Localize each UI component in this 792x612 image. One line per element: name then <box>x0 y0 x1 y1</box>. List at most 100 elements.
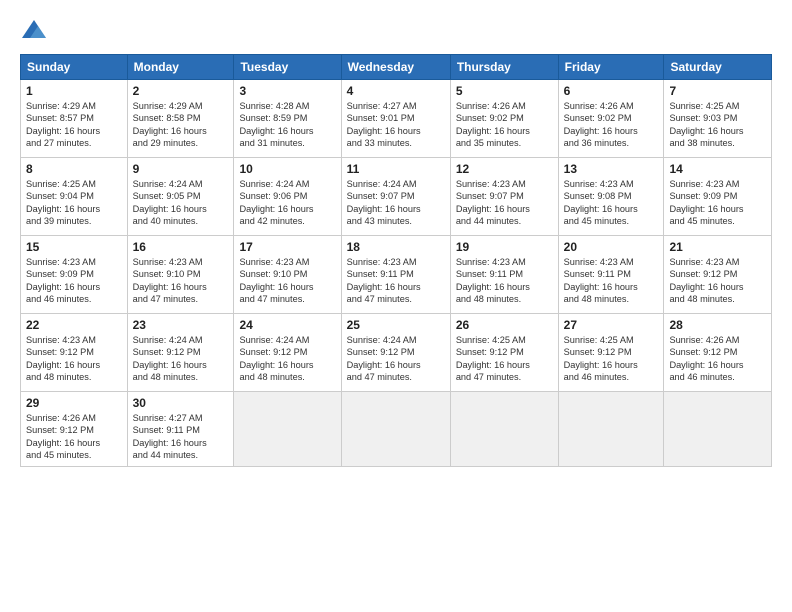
calendar-day-cell: 16 Sunrise: 4:23 AM Sunset: 9:10 PM Dayli… <box>127 236 234 314</box>
calendar-week-row: 8Sunrise: 4:25 AM Sunset: 9:04 PM Daylig… <box>21 158 772 236</box>
day-info: Sunrise: 4:26 AM Sunset: 9:02 PM Dayligh… <box>564 100 659 150</box>
day-number: 1 <box>26 84 122 98</box>
day-info: Sunrise: 4:23 AM Sunset: 9:08 PM Dayligh… <box>564 178 659 228</box>
calendar-day-cell: 9 Sunrise: 4:24 AM Sunset: 9:05 PM Daylig… <box>127 158 234 236</box>
day-number: 11 <box>347 162 445 176</box>
header <box>20 18 772 46</box>
calendar-day-cell: 12Sunrise: 4:23 AM Sunset: 9:07 PM Dayli… <box>450 158 558 236</box>
calendar-day-cell: 7Sunrise: 4:25 AM Sunset: 9:03 PM Daylig… <box>664 80 772 158</box>
calendar-day-cell: 24 Sunrise: 4:24 AM Sunset: 9:12 PM Dayli… <box>234 314 341 392</box>
weekday-header-cell: Wednesday <box>341 55 450 80</box>
day-number: 4 <box>347 84 445 98</box>
logo-icon <box>20 18 48 46</box>
day-number: 10 <box>239 162 335 176</box>
day-info: Sunrise: 4:23 AM Sunset: 9:10 PM Dayligh… <box>133 256 229 306</box>
day-number: 14 <box>669 162 766 176</box>
day-info: Sunrise: 4:23 AM Sunset: 9:10 PM Dayligh… <box>239 256 335 306</box>
calendar-day-cell: 29 Sunrise: 4:26 AM Sunset: 9:12 PM Dayli… <box>21 392 128 467</box>
calendar-day-cell: 25 Sunrise: 4:24 AM Sunset: 9:12 PM Dayli… <box>341 314 450 392</box>
calendar-body: 1 Sunrise: 4:29 AM Sunset: 8:57 PM Daylig… <box>21 80 772 467</box>
day-number: 25 <box>347 318 445 332</box>
day-number: 5 <box>456 84 553 98</box>
day-number: 12 <box>456 162 553 176</box>
calendar-day-cell: 2 Sunrise: 4:29 AM Sunset: 8:58 PM Daylig… <box>127 80 234 158</box>
day-number: 3 <box>239 84 335 98</box>
day-number: 29 <box>26 396 122 410</box>
calendar-day-cell: 23Sunrise: 4:24 AM Sunset: 9:12 PM Dayli… <box>127 314 234 392</box>
calendar-week-row: 15Sunrise: 4:23 AM Sunset: 9:09 PM Dayli… <box>21 236 772 314</box>
day-number: 16 <box>133 240 229 254</box>
day-info: Sunrise: 4:28 AM Sunset: 8:59 PM Dayligh… <box>239 100 335 150</box>
calendar-day-cell: 30 Sunrise: 4:27 AM Sunset: 9:11 PM Dayli… <box>127 392 234 467</box>
day-info: Sunrise: 4:24 AM Sunset: 9:06 PM Dayligh… <box>239 178 335 228</box>
day-info: Sunrise: 4:23 AM Sunset: 9:09 PM Dayligh… <box>26 256 122 306</box>
day-number: 20 <box>564 240 659 254</box>
calendar-day-cell: 19 Sunrise: 4:23 AM Sunset: 9:11 PM Dayli… <box>450 236 558 314</box>
weekday-header-cell: Monday <box>127 55 234 80</box>
calendar-day-cell: 8Sunrise: 4:25 AM Sunset: 9:04 PM Daylig… <box>21 158 128 236</box>
day-info: Sunrise: 4:27 AM Sunset: 9:01 PM Dayligh… <box>347 100 445 150</box>
day-info: Sunrise: 4:23 AM Sunset: 9:11 PM Dayligh… <box>564 256 659 306</box>
day-info: Sunrise: 4:24 AM Sunset: 9:12 PM Dayligh… <box>239 334 335 384</box>
calendar-day-cell: 11 Sunrise: 4:24 AM Sunset: 9:07 PM Dayli… <box>341 158 450 236</box>
calendar-day-cell: 13 Sunrise: 4:23 AM Sunset: 9:08 PM Dayli… <box>558 158 664 236</box>
calendar-day-cell: 10 Sunrise: 4:24 AM Sunset: 9:06 PM Dayli… <box>234 158 341 236</box>
weekday-header-row: SundayMondayTuesdayWednesdayThursdayFrid… <box>21 55 772 80</box>
day-number: 6 <box>564 84 659 98</box>
day-info: Sunrise: 4:24 AM Sunset: 9:05 PM Dayligh… <box>133 178 229 228</box>
calendar-day-cell: 28 Sunrise: 4:26 AM Sunset: 9:12 PM Dayli… <box>664 314 772 392</box>
calendar-week-row: 1 Sunrise: 4:29 AM Sunset: 8:57 PM Daylig… <box>21 80 772 158</box>
day-number: 19 <box>456 240 553 254</box>
day-info: Sunrise: 4:26 AM Sunset: 9:12 PM Dayligh… <box>669 334 766 384</box>
day-number: 17 <box>239 240 335 254</box>
day-number: 8 <box>26 162 122 176</box>
day-info: Sunrise: 4:23 AM Sunset: 9:12 PM Dayligh… <box>26 334 122 384</box>
day-info: Sunrise: 4:24 AM Sunset: 9:12 PM Dayligh… <box>347 334 445 384</box>
weekday-header-cell: Thursday <box>450 55 558 80</box>
weekday-header-cell: Friday <box>558 55 664 80</box>
day-number: 24 <box>239 318 335 332</box>
day-info: Sunrise: 4:25 AM Sunset: 9:12 PM Dayligh… <box>456 334 553 384</box>
calendar-day-cell: 1 Sunrise: 4:29 AM Sunset: 8:57 PM Daylig… <box>21 80 128 158</box>
day-number: 30 <box>133 396 229 410</box>
calendar-day-cell <box>234 392 341 467</box>
day-info: Sunrise: 4:23 AM Sunset: 9:11 PM Dayligh… <box>456 256 553 306</box>
calendar-day-cell: 15Sunrise: 4:23 AM Sunset: 9:09 PM Dayli… <box>21 236 128 314</box>
calendar-day-cell: 4 Sunrise: 4:27 AM Sunset: 9:01 PM Daylig… <box>341 80 450 158</box>
day-info: Sunrise: 4:24 AM Sunset: 9:07 PM Dayligh… <box>347 178 445 228</box>
calendar-day-cell <box>450 392 558 467</box>
day-number: 27 <box>564 318 659 332</box>
calendar-week-row: 22 Sunrise: 4:23 AM Sunset: 9:12 PM Dayli… <box>21 314 772 392</box>
day-info: Sunrise: 4:23 AM Sunset: 9:11 PM Dayligh… <box>347 256 445 306</box>
calendar-day-cell <box>341 392 450 467</box>
weekday-header-cell: Tuesday <box>234 55 341 80</box>
calendar-day-cell: 22 Sunrise: 4:23 AM Sunset: 9:12 PM Dayli… <box>21 314 128 392</box>
day-info: Sunrise: 4:23 AM Sunset: 9:12 PM Dayligh… <box>669 256 766 306</box>
calendar-day-cell: 6 Sunrise: 4:26 AM Sunset: 9:02 PM Daylig… <box>558 80 664 158</box>
calendar-day-cell: 5 Sunrise: 4:26 AM Sunset: 9:02 PM Daylig… <box>450 80 558 158</box>
day-info: Sunrise: 4:26 AM Sunset: 9:02 PM Dayligh… <box>456 100 553 150</box>
calendar-table: SundayMondayTuesdayWednesdayThursdayFrid… <box>20 54 772 467</box>
day-number: 9 <box>133 162 229 176</box>
calendar-day-cell: 27Sunrise: 4:25 AM Sunset: 9:12 PM Dayli… <box>558 314 664 392</box>
calendar-day-cell: 26 Sunrise: 4:25 AM Sunset: 9:12 PM Dayli… <box>450 314 558 392</box>
day-number: 13 <box>564 162 659 176</box>
calendar-day-cell: 21Sunrise: 4:23 AM Sunset: 9:12 PM Dayli… <box>664 236 772 314</box>
day-info: Sunrise: 4:29 AM Sunset: 8:58 PM Dayligh… <box>133 100 229 150</box>
day-number: 23 <box>133 318 229 332</box>
calendar-day-cell <box>558 392 664 467</box>
calendar-day-cell <box>664 392 772 467</box>
day-info: Sunrise: 4:29 AM Sunset: 8:57 PM Dayligh… <box>26 100 122 150</box>
day-number: 26 <box>456 318 553 332</box>
day-number: 28 <box>669 318 766 332</box>
day-number: 22 <box>26 318 122 332</box>
calendar-day-cell: 20 Sunrise: 4:23 AM Sunset: 9:11 PM Dayli… <box>558 236 664 314</box>
day-info: Sunrise: 4:27 AM Sunset: 9:11 PM Dayligh… <box>133 412 229 462</box>
weekday-header-cell: Saturday <box>664 55 772 80</box>
day-info: Sunrise: 4:25 AM Sunset: 9:03 PM Dayligh… <box>669 100 766 150</box>
day-number: 2 <box>133 84 229 98</box>
day-info: Sunrise: 4:23 AM Sunset: 9:09 PM Dayligh… <box>669 178 766 228</box>
day-info: Sunrise: 4:26 AM Sunset: 9:12 PM Dayligh… <box>26 412 122 462</box>
day-number: 18 <box>347 240 445 254</box>
calendar-day-cell: 18 Sunrise: 4:23 AM Sunset: 9:11 PM Dayli… <box>341 236 450 314</box>
